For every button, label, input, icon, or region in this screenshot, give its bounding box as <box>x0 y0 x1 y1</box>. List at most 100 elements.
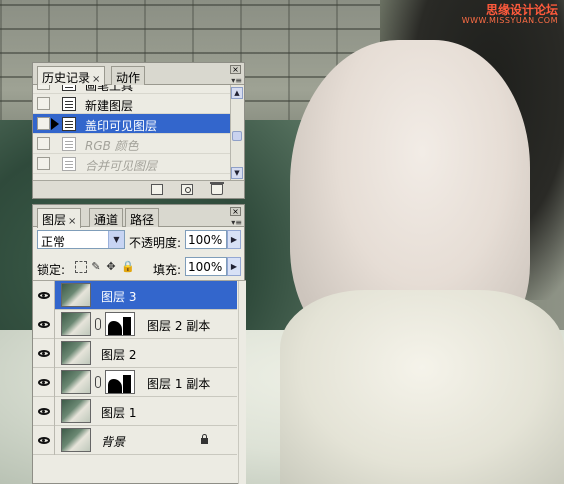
opacity-slider-arrow-icon[interactable]: ▶ <box>227 230 241 249</box>
history-source-checkbox[interactable] <box>37 157 50 170</box>
tab-paths-label: 路径 <box>130 213 155 227</box>
lock-label: 锁定: <box>37 263 66 277</box>
history-source-checkbox[interactable] <box>37 117 50 130</box>
layer-thumbnail <box>61 283 91 307</box>
layer-mask-thumbnail[interactable] <box>105 312 135 336</box>
layer-thumbnail <box>61 341 91 365</box>
history-footer <box>33 180 244 198</box>
visibility-eye-icon[interactable] <box>33 310 55 339</box>
history-scrollbar[interactable]: ▲ ▼ <box>230 85 244 181</box>
lock-transparency-icon[interactable] <box>75 261 87 273</box>
document-state-icon <box>62 97 76 111</box>
history-item-label: 画笔工具 <box>85 85 134 93</box>
lock-image-brush-icon[interactable]: ✎ <box>90 261 102 273</box>
history-item[interactable]: 新建图层 <box>33 94 233 114</box>
layer-list: 图层 3 图层 2 副本 图层 2 图层 1 副本 图层 1 背景 <box>33 280 246 484</box>
history-panel: 历史记录 × 动作 × ▾≡ 画笔工具 新建图层 盖印可见图层 RGB 颜色 合… <box>32 62 245 199</box>
tab-layers[interactable]: 图层 × <box>37 208 82 228</box>
layer-row-background[interactable]: 背景 <box>33 426 237 455</box>
panel-close-icon[interactable]: × <box>230 65 241 74</box>
panel-menu-icon[interactable]: ▾≡ <box>231 76 242 85</box>
tab-close-icon[interactable]: × <box>92 74 100 85</box>
background-lock-icon <box>200 434 209 444</box>
history-state-pointer-icon <box>51 118 59 130</box>
lock-row: 锁定: ✎ ✥ 🔒 填充: 100% ▶ <box>33 257 244 281</box>
watermark: 思缘设计论坛 WWW.MISSYUAN.COM <box>461 3 558 26</box>
history-source-checkbox[interactable] <box>37 137 50 150</box>
panel-menu-icon[interactable]: ▾≡ <box>231 218 242 227</box>
new-snapshot-icon[interactable] <box>181 184 193 195</box>
visibility-eye-icon[interactable] <box>33 368 55 397</box>
layer-name: 图层 2 <box>101 348 137 362</box>
fill-label: 填充: <box>153 263 182 277</box>
layer-name: 背景 <box>101 435 126 449</box>
tab-channels-label: 通道 <box>94 213 119 227</box>
history-item-label: 新建图层 <box>85 99 134 113</box>
tab-actions[interactable]: 动作 <box>111 66 146 85</box>
document-state-icon <box>62 137 76 151</box>
layers-panel: 图层 × 通道 路径 × ▾≡ 正常 ▼ 不透明度: 100% ▶ 锁定: ✎ ✥… <box>32 204 246 484</box>
panel-close-icon[interactable]: × <box>230 207 241 216</box>
layer-name: 图层 2 副本 <box>147 319 211 333</box>
layer-row[interactable]: 图层 3 <box>33 281 237 310</box>
scroll-thumb[interactable] <box>232 131 242 141</box>
watermark-url: WWW.MISSYUAN.COM <box>461 16 558 26</box>
history-item[interactable]: RGB 颜色 <box>33 134 233 154</box>
layer-row[interactable]: 图层 1 <box>33 397 237 426</box>
layer-row[interactable]: 图层 2 副本 <box>33 310 237 339</box>
tab-paths[interactable]: 路径 <box>125 208 160 227</box>
scroll-down-icon[interactable]: ▼ <box>231 167 243 179</box>
layer-mask-thumbnail[interactable] <box>105 370 135 394</box>
history-source-checkbox[interactable] <box>37 97 50 110</box>
layers-scrollbar[interactable] <box>238 281 246 484</box>
history-list: 画笔工具 新建图层 盖印可见图层 RGB 颜色 合并可见图层 <box>33 85 233 181</box>
history-item[interactable]: 画笔工具 <box>33 85 233 94</box>
chevron-down-icon[interactable]: ▼ <box>108 231 124 248</box>
tab-history-label: 历史记录 <box>42 71 91 85</box>
layer-thumbnail <box>61 370 91 394</box>
history-item-selected[interactable]: 盖印可见图层 <box>33 114 233 134</box>
layer-thumbnail <box>61 312 91 336</box>
tab-history[interactable]: 历史记录 × <box>37 66 106 86</box>
document-state-icon <box>62 157 76 171</box>
wedding-dress <box>280 290 564 484</box>
mask-link-chain-icon[interactable] <box>95 376 101 388</box>
history-item[interactable]: 合并可见图层 <box>33 154 233 174</box>
layer-row[interactable]: 图层 1 副本 <box>33 368 237 397</box>
lock-all-icon[interactable]: 🔒 <box>121 261 135 273</box>
layer-row[interactable]: 图层 2 <box>33 339 237 368</box>
tab-close-icon[interactable]: × <box>68 216 76 227</box>
history-source-checkbox[interactable] <box>37 85 50 90</box>
tab-actions-label: 动作 <box>116 71 141 85</box>
blend-row: 正常 ▼ 不透明度: 100% ▶ <box>33 230 244 254</box>
opacity-field[interactable]: 100% <box>185 230 227 249</box>
scroll-up-icon[interactable]: ▲ <box>231 87 243 99</box>
layers-tabbar: 图层 × 通道 路径 <box>33 205 244 228</box>
fill-slider-arrow-icon[interactable]: ▶ <box>227 257 241 276</box>
blend-mode-select[interactable]: 正常 ▼ <box>37 230 125 249</box>
tab-channels[interactable]: 通道 <box>89 208 124 227</box>
mask-link-chain-icon[interactable] <box>95 318 101 330</box>
new-document-from-state-icon[interactable] <box>151 184 163 195</box>
visibility-eye-icon[interactable] <box>33 339 55 368</box>
blend-mode-value: 正常 <box>41 235 66 249</box>
visibility-eye-icon[interactable] <box>33 426 55 455</box>
layer-name: 图层 3 <box>101 290 137 304</box>
tab-layers-label: 图层 <box>42 213 67 227</box>
visibility-eye-icon[interactable] <box>33 281 55 310</box>
layer-name: 图层 1 副本 <box>147 377 211 391</box>
history-item-label: 合并可见图层 <box>85 159 158 173</box>
lock-position-move-icon[interactable]: ✥ <box>105 261 117 273</box>
history-item-label: 盖印可见图层 <box>85 119 158 133</box>
layer-name: 图层 1 <box>101 406 137 420</box>
history-item-label: RGB 颜色 <box>85 139 139 153</box>
delete-state-icon[interactable] <box>210 182 224 195</box>
document-state-icon <box>62 117 76 131</box>
layer-thumbnail <box>61 428 91 452</box>
fill-field[interactable]: 100% <box>185 257 227 276</box>
brush-state-icon <box>62 85 76 91</box>
visibility-eye-icon[interactable] <box>33 397 55 426</box>
opacity-label: 不透明度: <box>129 236 182 250</box>
layer-thumbnail <box>61 399 91 423</box>
history-tabbar: 历史记录 × 动作 <box>33 63 244 86</box>
